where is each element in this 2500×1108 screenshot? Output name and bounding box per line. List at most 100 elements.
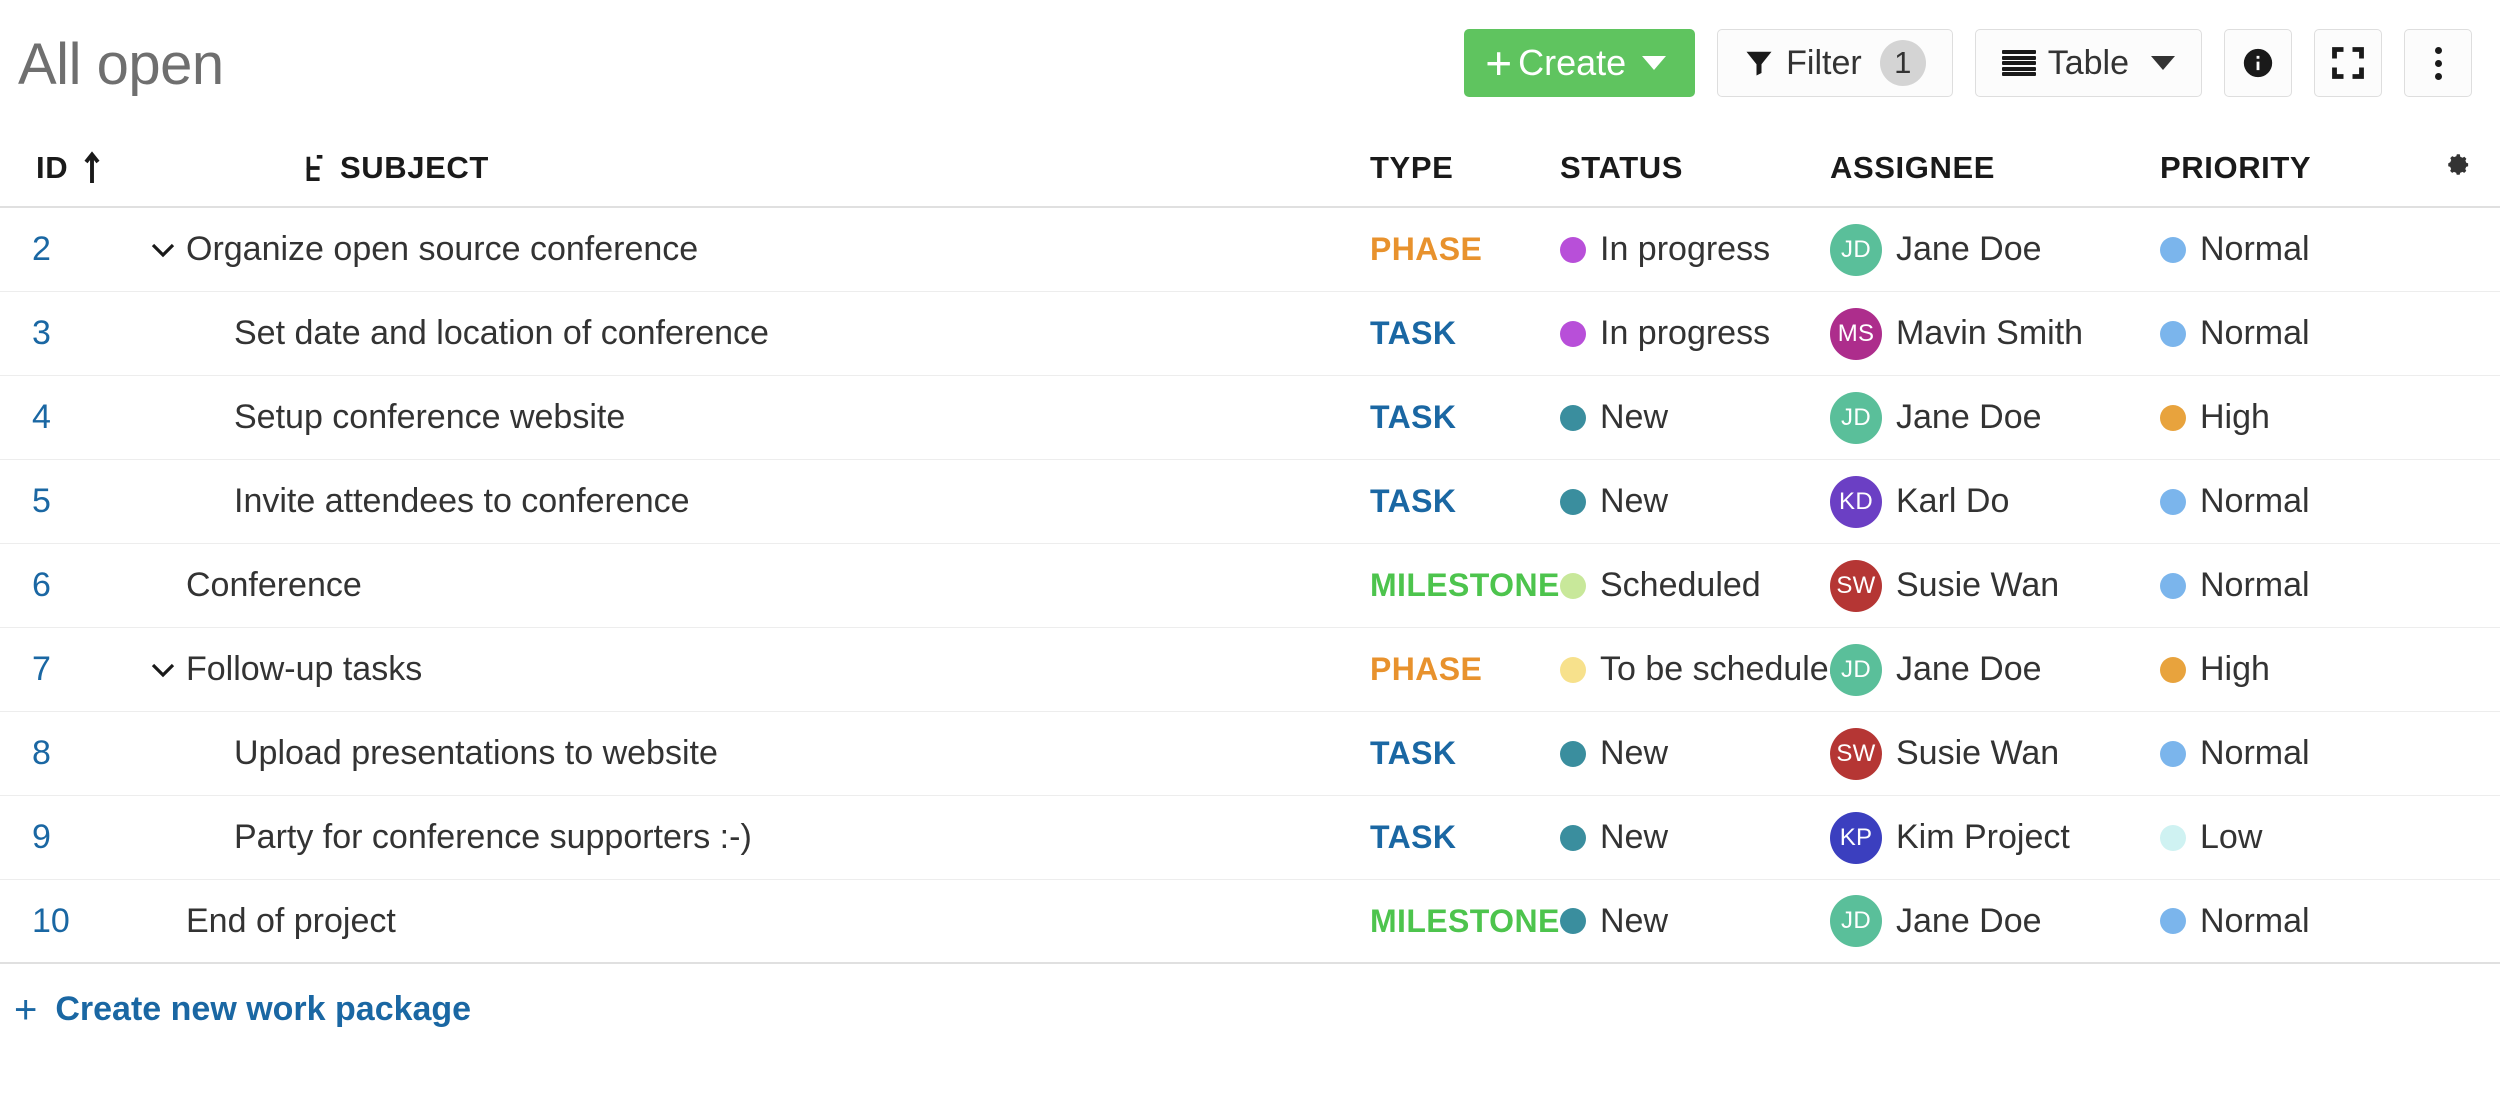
work-package-subject[interactable]: Set date and location of conference — [234, 314, 769, 353]
cell-assignee[interactable]: MS Mavin Smith — [1830, 307, 2160, 360]
column-header-type[interactable]: TYPE — [1370, 150, 1560, 186]
cell-status[interactable]: New — [1560, 902, 1830, 941]
table-row[interactable]: 10 End of project MILESTONE New JD Jane Doe No… — [0, 880, 2500, 964]
priority-dot-icon — [2160, 656, 2186, 683]
cell-status[interactable]: New — [1560, 734, 1830, 773]
cell-assignee[interactable]: JD Jane Doe — [1830, 223, 2160, 276]
work-package-id-link[interactable]: 3 — [32, 314, 51, 353]
work-package-id-link[interactable]: 8 — [32, 734, 51, 773]
type-label[interactable]: TASK — [1370, 483, 1456, 520]
table-row[interactable]: 9 Party for conference supporters :-) TASK… — [0, 796, 2500, 880]
more-options-button[interactable] — [2404, 29, 2472, 97]
page-title: All open — [18, 32, 224, 97]
info-icon — [2243, 48, 2273, 78]
cell-priority[interactable]: Normal — [2160, 734, 2420, 773]
assignee-name: Kim Project — [1896, 818, 2070, 856]
table-row[interactable]: 4 Setup conference website TASK New JD Jane D… — [0, 376, 2500, 460]
sort-ascending-icon — [84, 151, 100, 183]
column-settings-button[interactable] — [2420, 153, 2482, 183]
create-new-work-package-link[interactable]: + Create new work package — [0, 964, 2500, 1030]
type-label[interactable]: TASK — [1370, 819, 1456, 856]
priority-label: Normal — [2200, 734, 2310, 772]
cell-assignee[interactable]: KD Karl Do — [1830, 475, 2160, 528]
table-row[interactable]: 5 Invite attendees to conference TASK New KD… — [0, 460, 2500, 544]
type-label[interactable]: TASK — [1370, 735, 1456, 772]
chevron-down-icon — [1642, 56, 1667, 70]
view-mode-button[interactable]: Table — [1974, 29, 2202, 97]
column-header-subject-label: SUBJECT — [340, 150, 489, 185]
cell-status[interactable]: New — [1560, 818, 1830, 857]
fullscreen-button[interactable] — [2314, 29, 2382, 97]
cell-subject: Party for conference supporters :-) — [140, 818, 1370, 857]
work-package-subject[interactable]: Follow-up tasks — [186, 650, 422, 689]
cell-assignee[interactable]: KP Kim Project — [1830, 811, 2160, 864]
info-button[interactable] — [2224, 29, 2292, 97]
work-package-id-link[interactable]: 5 — [32, 482, 51, 521]
priority-label: Normal — [2200, 314, 2310, 352]
type-label[interactable]: PHASE — [1370, 231, 1482, 268]
cell-status[interactable]: New — [1560, 482, 1830, 521]
cell-assignee[interactable]: JD Jane Doe — [1830, 643, 2160, 696]
cell-priority[interactable]: Normal — [2160, 902, 2420, 941]
type-label[interactable]: MILESTONE — [1370, 567, 1560, 604]
column-header-subject[interactable]: SUBJECT — [140, 150, 1370, 186]
table-row[interactable]: 6 Conference MILESTONE Scheduled SW Susie Wan… — [0, 544, 2500, 628]
type-label[interactable]: MILESTONE — [1370, 903, 1560, 940]
collapse-toggle-icon[interactable] — [140, 241, 186, 259]
column-header-priority[interactable]: PRIORITY — [2160, 150, 2420, 186]
work-package-subject[interactable]: Organize open source conference — [186, 230, 698, 269]
cell-assignee[interactable]: SW Susie Wan — [1830, 727, 2160, 780]
work-package-subject[interactable]: Upload presentations to website — [234, 734, 718, 773]
cell-assignee[interactable]: JD Jane Doe — [1830, 895, 2160, 947]
create-button[interactable]: + Create — [1464, 29, 1696, 97]
fullscreen-icon — [2332, 47, 2364, 79]
type-label[interactable]: TASK — [1370, 399, 1456, 436]
work-package-id-link[interactable]: 6 — [32, 566, 51, 605]
filter-count-badge: 1 — [1879, 40, 1926, 86]
work-package-subject[interactable]: Conference — [186, 566, 362, 605]
status-label: Scheduled — [1600, 566, 1761, 604]
cell-status[interactable]: In progress — [1560, 314, 1830, 353]
collapse-toggle-icon[interactable] — [140, 661, 186, 679]
work-package-subject[interactable]: Invite attendees to conference — [234, 482, 690, 521]
priority-dot-icon — [2160, 488, 2186, 515]
cell-priority[interactable]: Normal — [2160, 482, 2420, 521]
column-header-assignee[interactable]: ASSIGNEE — [1830, 150, 2160, 186]
type-label[interactable]: PHASE — [1370, 651, 1482, 688]
cell-status[interactable]: Scheduled — [1560, 566, 1830, 605]
work-package-id-link[interactable]: 10 — [32, 902, 70, 941]
cell-priority[interactable]: High — [2160, 398, 2420, 437]
cell-priority[interactable]: Normal — [2160, 566, 2420, 605]
cell-priority[interactable]: High — [2160, 650, 2420, 689]
priority-dot-icon — [2160, 236, 2186, 263]
work-package-subject[interactable]: End of project — [186, 902, 396, 941]
priority-label: Normal — [2200, 901, 2310, 940]
cell-assignee[interactable]: JD Jane Doe — [1830, 391, 2160, 444]
type-label[interactable]: TASK — [1370, 315, 1456, 352]
table-row[interactable]: 8 Upload presentations to website TASK New S… — [0, 712, 2500, 796]
filter-button[interactable]: Filter 1 — [1717, 29, 1953, 97]
table-row[interactable]: 3 Set date and location of conference TASK… — [0, 292, 2500, 376]
work-package-id-link[interactable]: 4 — [32, 398, 51, 437]
priority-label: High — [2200, 650, 2270, 688]
cell-status[interactable]: To be scheduled — [1560, 650, 1848, 689]
table-row[interactable]: 2 Organize open source conference PHASE In … — [0, 208, 2500, 292]
work-package-subject[interactable]: Party for conference supporters :-) — [234, 818, 752, 857]
column-header-id[interactable]: ID — [10, 150, 140, 186]
cell-status[interactable]: In progress — [1560, 230, 1830, 269]
cell-type: TASK — [1370, 315, 1560, 352]
work-package-subject[interactable]: Setup conference website — [234, 398, 625, 437]
column-header-status[interactable]: STATUS — [1560, 150, 1830, 186]
table-row[interactable]: 7 Follow-up tasks PHASE To be scheduled JD Ja… — [0, 628, 2500, 712]
work-package-id-link[interactable]: 7 — [32, 650, 51, 689]
cell-status[interactable]: New — [1560, 398, 1830, 437]
priority-dot-icon — [2160, 320, 2186, 347]
work-package-id-link[interactable]: 9 — [32, 818, 51, 857]
assignee-name: Karl Do — [1896, 482, 2010, 520]
cell-priority[interactable]: Low — [2160, 818, 2420, 857]
cell-priority[interactable]: Normal — [2160, 230, 2420, 269]
cell-priority[interactable]: Normal — [2160, 314, 2420, 353]
cell-assignee[interactable]: SW Susie Wan — [1830, 559, 2160, 612]
more-vertical-icon — [2434, 46, 2442, 80]
work-package-id-link[interactable]: 2 — [32, 230, 51, 269]
